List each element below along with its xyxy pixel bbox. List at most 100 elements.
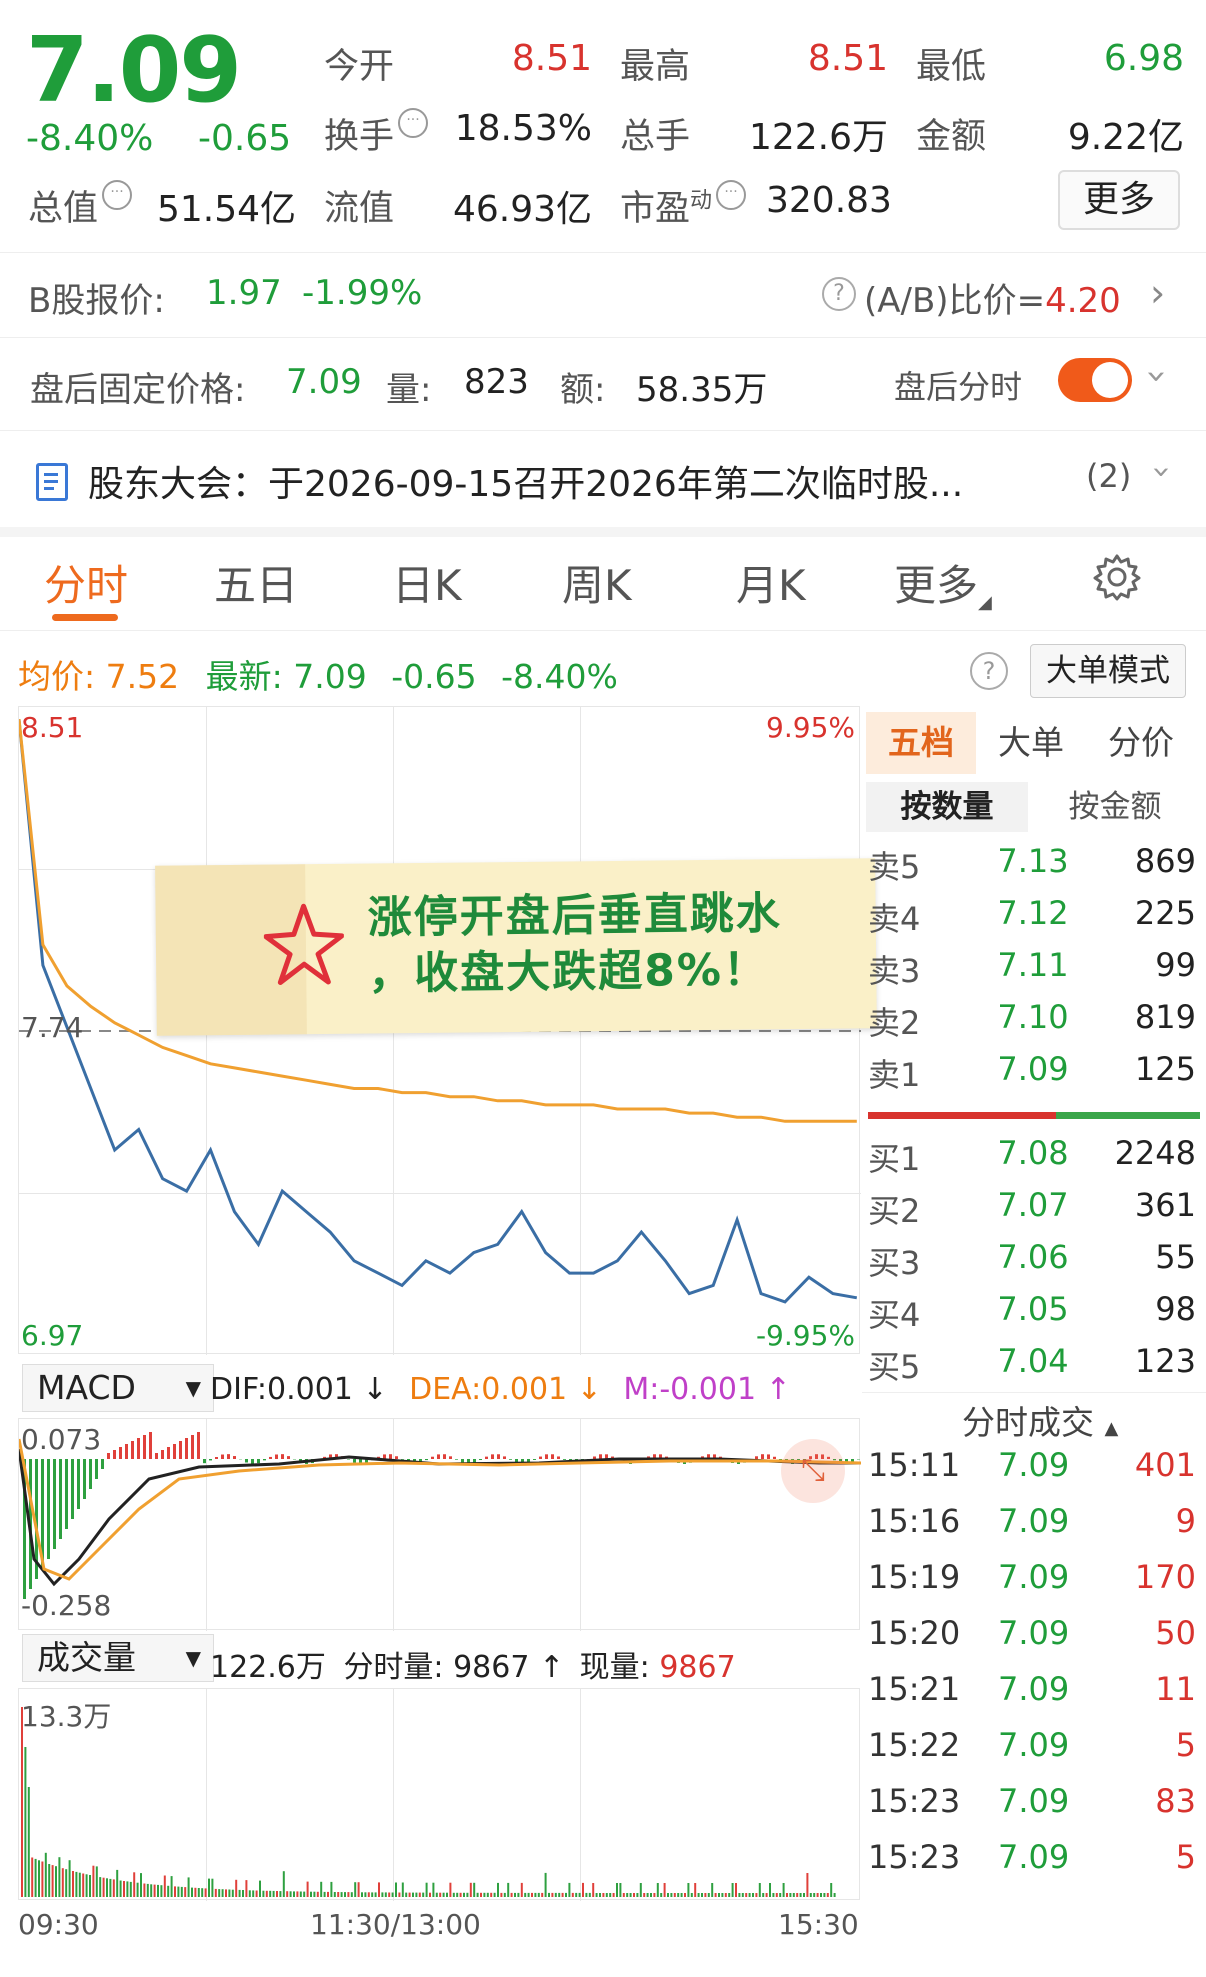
volume-bar xyxy=(503,1892,506,1897)
settings-gear-icon[interactable] xyxy=(1092,552,1142,606)
volume-bar xyxy=(466,1892,469,1897)
volume-bar xyxy=(412,1892,414,1897)
volume-bar xyxy=(486,1892,489,1897)
afterhours-amt-label: 额: xyxy=(560,370,606,410)
volume-bar xyxy=(293,1891,295,1897)
bid-row: 买3 7.06 55 xyxy=(868,1238,1196,1282)
macd-bar xyxy=(161,1450,164,1459)
help-icon[interactable]: ? xyxy=(822,277,856,311)
tab-monthly-k[interactable]: 月K xyxy=(736,552,806,613)
macd-bar xyxy=(461,1459,464,1463)
notice-row[interactable]: 股东大会：于2026-09-15召开2026年第二次临时股... (2) › xyxy=(0,431,1206,527)
tab-price-dist[interactable]: 分价 xyxy=(1086,712,1196,774)
tab-timeshare[interactable]: 分时 xyxy=(44,552,128,613)
macd-bar xyxy=(503,1456,506,1459)
afterhours-vol-label: 量: xyxy=(386,370,432,410)
volume-bar xyxy=(833,1893,836,1897)
volume-chart[interactable]: 13.3万 xyxy=(18,1688,860,1901)
macd-bar xyxy=(179,1441,182,1459)
volume-bar xyxy=(490,1892,493,1897)
tab-big-orders[interactable]: 大单 xyxy=(976,712,1086,774)
afterhours-timeshare-label: 盘后分时 xyxy=(894,368,1023,406)
turnover-label: 换手 ··· xyxy=(324,108,429,159)
tab-by-amount[interactable]: 按金额 xyxy=(1034,782,1196,832)
volume-bar xyxy=(354,1882,357,1897)
open-label: 今开 xyxy=(324,47,395,87)
indicator-select-macd[interactable]: MACD ▼ xyxy=(22,1364,214,1412)
orderbook-subtabs: 按数量 按金额 xyxy=(866,782,1196,832)
chevron-down-icon[interactable]: › xyxy=(1137,369,1178,383)
volume-bar xyxy=(75,1871,78,1897)
volume-bar xyxy=(350,1892,353,1897)
macd-bar xyxy=(443,1454,446,1459)
tab-five-day[interactable]: 五日 xyxy=(214,552,298,613)
macd-bar xyxy=(221,1454,224,1459)
tick-row: 15:21 7.09 11 xyxy=(868,1670,1196,1708)
ticks-title[interactable]: 分时成交 ▲ xyxy=(962,1396,1118,1444)
volume-bar xyxy=(524,1892,527,1897)
volume-bar xyxy=(303,1891,306,1897)
tab-by-quantity[interactable]: 按数量 xyxy=(866,782,1028,832)
tab-more[interactable]: 更多◢ xyxy=(894,552,992,613)
volume-bar xyxy=(507,1882,510,1897)
expand-arrows-icon[interactable]: ⤡ xyxy=(781,1439,845,1503)
bshare-row[interactable]: B股报价: 1.97 -1.99% ? (A/B)比价=4.20 › xyxy=(0,253,1206,337)
macd-plot xyxy=(19,1432,861,1599)
volume-bar xyxy=(571,1892,574,1897)
volume-bar xyxy=(143,1883,146,1897)
volume-bar xyxy=(65,1869,68,1897)
tab-active-indicator xyxy=(52,614,118,621)
volume-bar xyxy=(347,1892,350,1897)
indicator-select-volume[interactable]: 成交量 ▼ xyxy=(22,1634,214,1682)
volume-bar xyxy=(208,1878,210,1897)
macd-bar xyxy=(197,1432,200,1459)
volume-bar xyxy=(299,1891,302,1897)
info-dots-icon[interactable]: ··· xyxy=(398,108,429,138)
help-icon[interactable]: ? xyxy=(970,652,1008,690)
chart-header: 均价: 7.52 最新: 7.09 -0.65 -8.40% xyxy=(18,657,618,696)
volume-bar xyxy=(388,1892,391,1897)
volume-bar xyxy=(704,1893,707,1897)
volume-bar xyxy=(265,1890,268,1897)
volume-bar xyxy=(21,1707,23,1897)
volume-bar xyxy=(677,1893,680,1897)
macd-bar xyxy=(113,1450,116,1459)
volume-bar xyxy=(633,1893,635,1897)
afterhours-toggle[interactable] xyxy=(1058,358,1132,402)
volume-bar xyxy=(51,1865,54,1897)
y-top-label: 8.51 xyxy=(21,711,84,744)
volume-bar xyxy=(255,1890,258,1897)
info-dots-icon[interactable]: ··· xyxy=(716,180,747,210)
chevron-right-icon[interactable]: › xyxy=(1150,271,1165,315)
macd-bar xyxy=(215,1457,218,1459)
tab-daily-k[interactable]: 日K xyxy=(392,552,462,613)
volume-bar xyxy=(38,1860,40,1897)
volume-bar xyxy=(622,1893,625,1897)
volume-bar xyxy=(578,1892,581,1897)
macd-chart[interactable]: 0.073 -0.258 ⤡ xyxy=(18,1418,861,1631)
info-dots-icon[interactable]: ··· xyxy=(102,180,133,210)
volume-bar xyxy=(92,1865,95,1897)
volume-bar xyxy=(694,1883,697,1897)
macd-bar xyxy=(449,1456,452,1459)
volume-bar xyxy=(565,1892,567,1897)
change-pct: -8.40% xyxy=(26,118,154,159)
tab-five-levels[interactable]: 五档 xyxy=(866,712,976,774)
volume-bar xyxy=(119,1880,122,1897)
volume-bar xyxy=(826,1893,829,1897)
big-order-mode-button[interactable]: 大单模式 xyxy=(1030,644,1186,698)
volume-bar xyxy=(779,1893,782,1897)
volume-bar xyxy=(245,1880,248,1897)
macd-bar xyxy=(539,1456,542,1459)
macd-bar xyxy=(185,1438,188,1459)
volume-bar xyxy=(177,1886,180,1897)
volume-bar xyxy=(748,1893,751,1897)
pe-value: 320.83 xyxy=(766,180,892,221)
volume-bar xyxy=(602,1893,605,1897)
macd-bar xyxy=(137,1438,140,1459)
chevron-down-icon[interactable]: › xyxy=(1143,466,1181,479)
volume-bar xyxy=(806,1873,809,1897)
more-button[interactable]: 更多 xyxy=(1058,170,1180,230)
tab-weekly-k[interactable]: 周K xyxy=(562,552,632,613)
volume-bar xyxy=(112,1879,115,1897)
